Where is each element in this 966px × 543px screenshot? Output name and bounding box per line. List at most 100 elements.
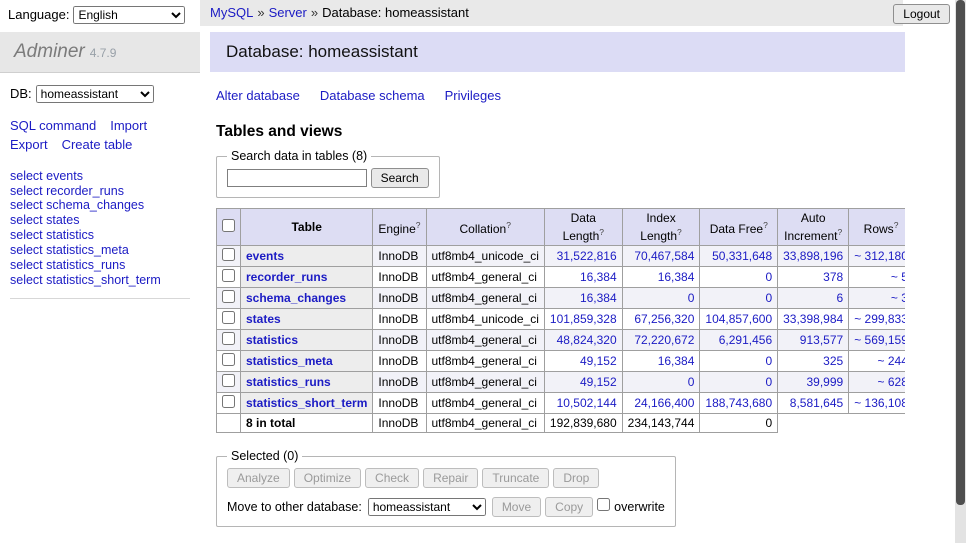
breadcrumb-server-link[interactable]: Server	[269, 5, 307, 20]
data-length-cell: 49,152	[544, 351, 622, 372]
index-length-link[interactable]: 0	[688, 375, 695, 389]
row-checkbox[interactable]	[222, 395, 235, 408]
sidebar-select-table-link[interactable]: select events	[10, 169, 190, 184]
row-checkbox[interactable]	[222, 353, 235, 366]
main-content: Database: homeassistant Alter databaseDa…	[210, 32, 905, 543]
analyze-button[interactable]: Analyze	[227, 468, 290, 488]
index-length-link[interactable]: 0	[688, 291, 695, 305]
auto-increment-link[interactable]: 325	[823, 354, 843, 368]
row-checkbox[interactable]	[222, 290, 235, 303]
move-db-select[interactable]: homeassistant	[368, 498, 486, 516]
data-length-link[interactable]: 49,152	[580, 354, 617, 368]
sidebar-select-table-link[interactable]: select states	[10, 213, 190, 228]
sidebar-select-table-link[interactable]: select statistics_runs	[10, 258, 190, 273]
auto-increment-link[interactable]: 913,577	[800, 333, 843, 347]
copy-button[interactable]: Copy	[545, 497, 593, 517]
table-name-link[interactable]: statistics_short_term	[246, 396, 367, 410]
rows-link[interactable]: ~ 136,108	[854, 396, 905, 410]
truncate-button[interactable]: Truncate	[482, 468, 549, 488]
index-length-link[interactable]: 67,256,320	[634, 312, 694, 326]
auto-increment-link[interactable]: 378	[823, 270, 843, 284]
rows-link[interactable]: ~ 299,833	[854, 312, 905, 326]
index-length-link[interactable]: 24,166,400	[634, 396, 694, 410]
index-length-link[interactable]: 16,384	[658, 270, 695, 284]
database-schema-link[interactable]: Database schema	[320, 88, 425, 103]
sidebar-import-link[interactable]: Import	[110, 118, 147, 133]
optimize-button[interactable]: Optimize	[294, 468, 361, 488]
index-length-link[interactable]: 16,384	[658, 354, 695, 368]
scrollbar-thumb[interactable]	[956, 0, 965, 505]
data-free-link[interactable]: 104,857,600	[705, 312, 772, 326]
privileges-link[interactable]: Privileges	[445, 88, 501, 103]
data-length-link[interactable]: 16,384	[580, 291, 617, 305]
move-button[interactable]: Move	[492, 497, 541, 517]
row-checkbox[interactable]	[222, 311, 235, 324]
sidebar-select-table-link[interactable]: select recorder_runs	[10, 184, 190, 199]
rows-link[interactable]: ~ 628	[878, 375, 905, 389]
language-bar: Language:English	[8, 6, 185, 24]
index-length-link[interactable]: 72,220,672	[634, 333, 694, 347]
sidebar-select-table-link[interactable]: select statistics_short_term	[10, 273, 190, 288]
engine-cell: InnoDB	[373, 372, 426, 393]
data-length-link[interactable]: 101,859,328	[550, 312, 617, 326]
select-all-checkbox[interactable]	[222, 219, 235, 232]
repair-button[interactable]: Repair	[423, 468, 478, 488]
drop-button[interactable]: Drop	[553, 468, 599, 488]
table-name-link[interactable]: schema_changes	[246, 291, 346, 305]
sidebar-create-table-link[interactable]: Create table	[62, 137, 133, 152]
data-free-link[interactable]: 50,331,648	[712, 249, 772, 263]
search-input[interactable]	[227, 169, 367, 187]
data-length-link[interactable]: 31,522,816	[557, 249, 617, 263]
rows-link[interactable]: ~ 244	[878, 354, 905, 368]
rows-link[interactable]: ~ 3	[891, 291, 905, 305]
table-name-link[interactable]: states	[246, 312, 281, 326]
data-length-link[interactable]: 16,384	[580, 270, 617, 284]
row-checkbox[interactable]	[222, 248, 235, 261]
auto-increment-link[interactable]: 33,398,984	[783, 312, 843, 326]
index-length-cell: 16,384	[622, 351, 700, 372]
sidebar-select-table-link[interactable]: select statistics	[10, 228, 190, 243]
search-button[interactable]: Search	[371, 168, 429, 188]
app-name[interactable]: Adminer	[14, 41, 85, 62]
sidebar-select-table-link[interactable]: select schema_changes	[10, 198, 190, 213]
data-free-link[interactable]: 6,291,456	[719, 333, 772, 347]
table-name-link[interactable]: statistics_meta	[246, 354, 333, 368]
alter-database-link[interactable]: Alter database	[216, 88, 300, 103]
row-checkbox[interactable]	[222, 269, 235, 282]
rows-link[interactable]: ~ 5	[891, 270, 905, 284]
table-name-cell: events	[241, 246, 373, 267]
index-length-link[interactable]: 70,467,584	[634, 249, 694, 263]
sidebar-select-table-link[interactable]: select statistics_meta	[10, 243, 190, 258]
table-name-link[interactable]: recorder_runs	[246, 270, 327, 284]
language-select[interactable]: English	[73, 6, 185, 24]
rows-link[interactable]: ~ 312,180	[854, 249, 905, 263]
table-name-link[interactable]: events	[246, 249, 284, 263]
logout-button[interactable]: Logout	[893, 4, 950, 24]
auto-increment-link[interactable]: 33,898,196	[783, 249, 843, 263]
row-checkbox[interactable]	[222, 332, 235, 345]
data-free-link[interactable]: 0	[765, 291, 772, 305]
check-button[interactable]: Check	[365, 468, 419, 488]
data-free-link[interactable]: 0	[765, 354, 772, 368]
overwrite-checkbox[interactable]	[597, 498, 610, 511]
auto-increment-link[interactable]: 8,581,645	[790, 396, 843, 410]
auto-increment-link[interactable]: 6	[837, 291, 844, 305]
db-select[interactable]: homeassistant	[36, 85, 154, 103]
total-data-length-cell: 192,839,680	[544, 414, 622, 433]
table-name-link[interactable]: statistics_runs	[246, 375, 331, 389]
collation-cell: utf8mb4_unicode_ci	[426, 309, 544, 330]
rows-link[interactable]: ~ 569,159	[854, 333, 905, 347]
sidebar-sql-command-link[interactable]: SQL command	[10, 118, 96, 133]
breadcrumb-mysql-link[interactable]: MySQL	[210, 5, 253, 20]
auto-increment-cell: 913,577	[778, 330, 849, 351]
sidebar-export-link[interactable]: Export	[10, 137, 48, 152]
data-free-link[interactable]: 0	[765, 375, 772, 389]
data-free-link[interactable]: 0	[765, 270, 772, 284]
data-free-link[interactable]: 188,743,680	[705, 396, 772, 410]
data-length-link[interactable]: 10,502,144	[557, 396, 617, 410]
auto-increment-link[interactable]: 39,999	[806, 375, 843, 389]
data-length-link[interactable]: 48,824,320	[557, 333, 617, 347]
data-length-link[interactable]: 49,152	[580, 375, 617, 389]
row-checkbox[interactable]	[222, 374, 235, 387]
table-name-link[interactable]: statistics	[246, 333, 298, 347]
